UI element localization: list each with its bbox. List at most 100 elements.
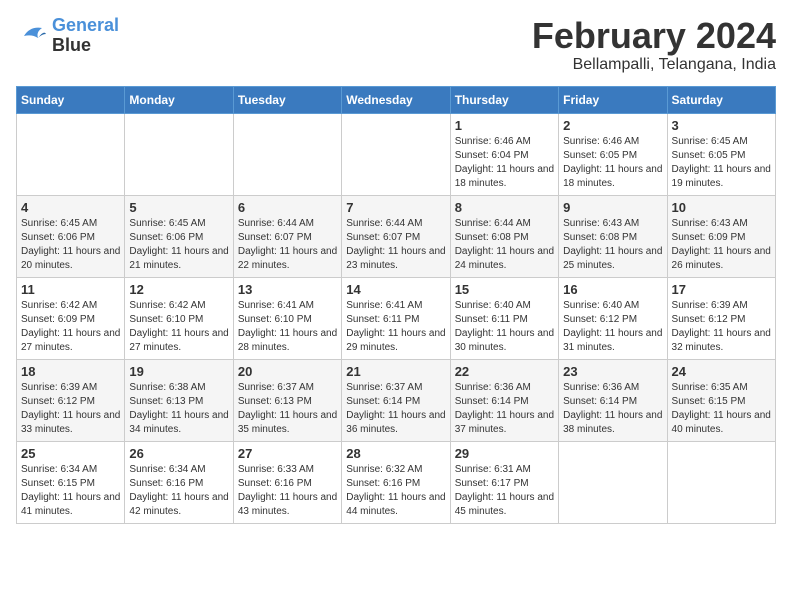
day-info: Sunrise: 6:37 AM Sunset: 6:13 PM Dayligh… bbox=[238, 381, 337, 437]
day-number: 29 bbox=[455, 446, 554, 461]
day-number: 26 bbox=[129, 446, 228, 461]
day-number: 5 bbox=[129, 200, 228, 215]
day-number: 14 bbox=[346, 282, 445, 297]
header-cell-wednesday: Wednesday bbox=[342, 86, 450, 113]
day-cell bbox=[342, 113, 450, 195]
day-info: Sunrise: 6:31 AM Sunset: 6:17 PM Dayligh… bbox=[455, 463, 554, 519]
day-cell: 17 Sunrise: 6:39 AM Sunset: 6:12 PM Dayli… bbox=[667, 277, 775, 359]
day-number: 18 bbox=[21, 364, 120, 379]
day-number: 16 bbox=[563, 282, 662, 297]
title-block: February 2024 Bellampalli, Telangana, In… bbox=[532, 16, 776, 74]
day-info: Sunrise: 6:34 AM Sunset: 6:15 PM Dayligh… bbox=[21, 463, 120, 519]
calendar-header: SundayMondayTuesdayWednesdayThursdayFrid… bbox=[17, 86, 776, 113]
day-number: 7 bbox=[346, 200, 445, 215]
logo-text: General Blue bbox=[52, 16, 119, 56]
day-cell: 24 Sunrise: 6:35 AM Sunset: 6:15 PM Dayli… bbox=[667, 359, 775, 441]
day-info: Sunrise: 6:38 AM Sunset: 6:13 PM Dayligh… bbox=[129, 381, 228, 437]
day-number: 21 bbox=[346, 364, 445, 379]
day-cell: 18 Sunrise: 6:39 AM Sunset: 6:12 PM Dayli… bbox=[17, 359, 125, 441]
day-info: Sunrise: 6:43 AM Sunset: 6:09 PM Dayligh… bbox=[672, 217, 771, 273]
day-cell: 13 Sunrise: 6:41 AM Sunset: 6:10 PM Dayli… bbox=[233, 277, 341, 359]
day-cell: 8 Sunrise: 6:44 AM Sunset: 6:08 PM Daylig… bbox=[450, 195, 558, 277]
day-cell bbox=[559, 441, 667, 523]
day-info: Sunrise: 6:39 AM Sunset: 6:12 PM Dayligh… bbox=[21, 381, 120, 437]
day-info: Sunrise: 6:45 AM Sunset: 6:06 PM Dayligh… bbox=[21, 217, 120, 273]
day-number: 17 bbox=[672, 282, 771, 297]
calendar-table: SundayMondayTuesdayWednesdayThursdayFrid… bbox=[16, 86, 776, 524]
day-info: Sunrise: 6:45 AM Sunset: 6:06 PM Dayligh… bbox=[129, 217, 228, 273]
day-cell: 21Sunrise: 6:37 AM Sunset: 6:14 PM Dayli… bbox=[342, 359, 450, 441]
day-cell: 19 Sunrise: 6:38 AM Sunset: 6:13 PM Dayli… bbox=[125, 359, 233, 441]
day-info: Sunrise: 6:40 AM Sunset: 6:11 PM Dayligh… bbox=[455, 299, 554, 355]
day-number: 20 bbox=[238, 364, 337, 379]
day-cell: 23Sunrise: 6:36 AM Sunset: 6:14 PM Dayli… bbox=[559, 359, 667, 441]
week-row-1: 1Sunrise: 6:46 AM Sunset: 6:04 PM Daylig… bbox=[17, 113, 776, 195]
day-cell: 16 Sunrise: 6:40 AM Sunset: 6:12 PM Dayli… bbox=[559, 277, 667, 359]
day-info: Sunrise: 6:35 AM Sunset: 6:15 PM Dayligh… bbox=[672, 381, 771, 437]
day-info: Sunrise: 6:32 AM Sunset: 6:16 PM Dayligh… bbox=[346, 463, 445, 519]
header-cell-monday: Monday bbox=[125, 86, 233, 113]
header-row: SundayMondayTuesdayWednesdayThursdayFrid… bbox=[17, 86, 776, 113]
day-info: Sunrise: 6:40 AM Sunset: 6:12 PM Dayligh… bbox=[563, 299, 662, 355]
day-cell: 26 Sunrise: 6:34 AM Sunset: 6:16 PM Dayli… bbox=[125, 441, 233, 523]
day-info: Sunrise: 6:34 AM Sunset: 6:16 PM Dayligh… bbox=[129, 463, 228, 519]
day-number: 1 bbox=[455, 118, 554, 133]
day-number: 10 bbox=[672, 200, 771, 215]
day-cell: 2 Sunrise: 6:46 AM Sunset: 6:05 PM Daylig… bbox=[559, 113, 667, 195]
day-cell bbox=[17, 113, 125, 195]
month-title: February 2024 bbox=[532, 16, 776, 56]
day-cell: 10 Sunrise: 6:43 AM Sunset: 6:09 PM Dayli… bbox=[667, 195, 775, 277]
day-number: 24 bbox=[672, 364, 771, 379]
day-info: Sunrise: 6:44 AM Sunset: 6:08 PM Dayligh… bbox=[455, 217, 554, 273]
day-info: Sunrise: 6:42 AM Sunset: 6:10 PM Dayligh… bbox=[129, 299, 228, 355]
logo: General Blue bbox=[16, 16, 119, 56]
day-cell: 3Sunrise: 6:45 AM Sunset: 6:05 PM Daylig… bbox=[667, 113, 775, 195]
day-cell: 7Sunrise: 6:44 AM Sunset: 6:07 PM Daylig… bbox=[342, 195, 450, 277]
day-number: 9 bbox=[563, 200, 662, 215]
day-info: Sunrise: 6:45 AM Sunset: 6:05 PM Dayligh… bbox=[672, 135, 771, 191]
day-info: Sunrise: 6:43 AM Sunset: 6:08 PM Dayligh… bbox=[563, 217, 662, 273]
day-cell: 14 Sunrise: 6:41 AM Sunset: 6:11 PM Dayli… bbox=[342, 277, 450, 359]
day-info: Sunrise: 6:42 AM Sunset: 6:09 PM Dayligh… bbox=[21, 299, 120, 355]
day-number: 12 bbox=[129, 282, 228, 297]
day-number: 27 bbox=[238, 446, 337, 461]
day-info: Sunrise: 6:41 AM Sunset: 6:11 PM Dayligh… bbox=[346, 299, 445, 355]
day-number: 4 bbox=[21, 200, 120, 215]
day-number: 11 bbox=[21, 282, 120, 297]
day-cell: 25 Sunrise: 6:34 AM Sunset: 6:15 PM Dayli… bbox=[17, 441, 125, 523]
day-number: 2 bbox=[563, 118, 662, 133]
day-number: 8 bbox=[455, 200, 554, 215]
day-info: Sunrise: 6:41 AM Sunset: 6:10 PM Dayligh… bbox=[238, 299, 337, 355]
day-number: 23 bbox=[563, 364, 662, 379]
day-cell: 22 Sunrise: 6:36 AM Sunset: 6:14 PM Dayli… bbox=[450, 359, 558, 441]
week-row-4: 18 Sunrise: 6:39 AM Sunset: 6:12 PM Dayli… bbox=[17, 359, 776, 441]
day-number: 13 bbox=[238, 282, 337, 297]
location-subtitle: Bellampalli, Telangana, India bbox=[532, 56, 776, 74]
day-cell: 28 Sunrise: 6:32 AM Sunset: 6:16 PM Dayli… bbox=[342, 441, 450, 523]
day-number: 28 bbox=[346, 446, 445, 461]
page-header: General Blue February 2024 Bellampalli, … bbox=[16, 16, 776, 74]
day-number: 22 bbox=[455, 364, 554, 379]
week-row-3: 11 Sunrise: 6:42 AM Sunset: 6:09 PM Dayli… bbox=[17, 277, 776, 359]
day-cell: 15 Sunrise: 6:40 AM Sunset: 6:11 PM Dayli… bbox=[450, 277, 558, 359]
day-number: 25 bbox=[21, 446, 120, 461]
header-cell-tuesday: Tuesday bbox=[233, 86, 341, 113]
week-row-5: 25 Sunrise: 6:34 AM Sunset: 6:15 PM Dayli… bbox=[17, 441, 776, 523]
day-info: Sunrise: 6:36 AM Sunset: 6:14 PM Dayligh… bbox=[455, 381, 554, 437]
calendar-body: 1Sunrise: 6:46 AM Sunset: 6:04 PM Daylig… bbox=[17, 113, 776, 523]
day-info: Sunrise: 6:46 AM Sunset: 6:05 PM Dayligh… bbox=[563, 135, 662, 191]
day-cell bbox=[233, 113, 341, 195]
header-cell-sunday: Sunday bbox=[17, 86, 125, 113]
day-cell bbox=[667, 441, 775, 523]
header-cell-thursday: Thursday bbox=[450, 86, 558, 113]
day-info: Sunrise: 6:39 AM Sunset: 6:12 PM Dayligh… bbox=[672, 299, 771, 355]
day-number: 15 bbox=[455, 282, 554, 297]
day-cell: 11 Sunrise: 6:42 AM Sunset: 6:09 PM Dayli… bbox=[17, 277, 125, 359]
week-row-2: 4 Sunrise: 6:45 AM Sunset: 6:06 PM Daylig… bbox=[17, 195, 776, 277]
day-number: 19 bbox=[129, 364, 228, 379]
day-cell: 1Sunrise: 6:46 AM Sunset: 6:04 PM Daylig… bbox=[450, 113, 558, 195]
day-info: Sunrise: 6:33 AM Sunset: 6:16 PM Dayligh… bbox=[238, 463, 337, 519]
day-cell: 5 Sunrise: 6:45 AM Sunset: 6:06 PM Daylig… bbox=[125, 195, 233, 277]
day-cell: 6Sunrise: 6:44 AM Sunset: 6:07 PM Daylig… bbox=[233, 195, 341, 277]
day-number: 6 bbox=[238, 200, 337, 215]
